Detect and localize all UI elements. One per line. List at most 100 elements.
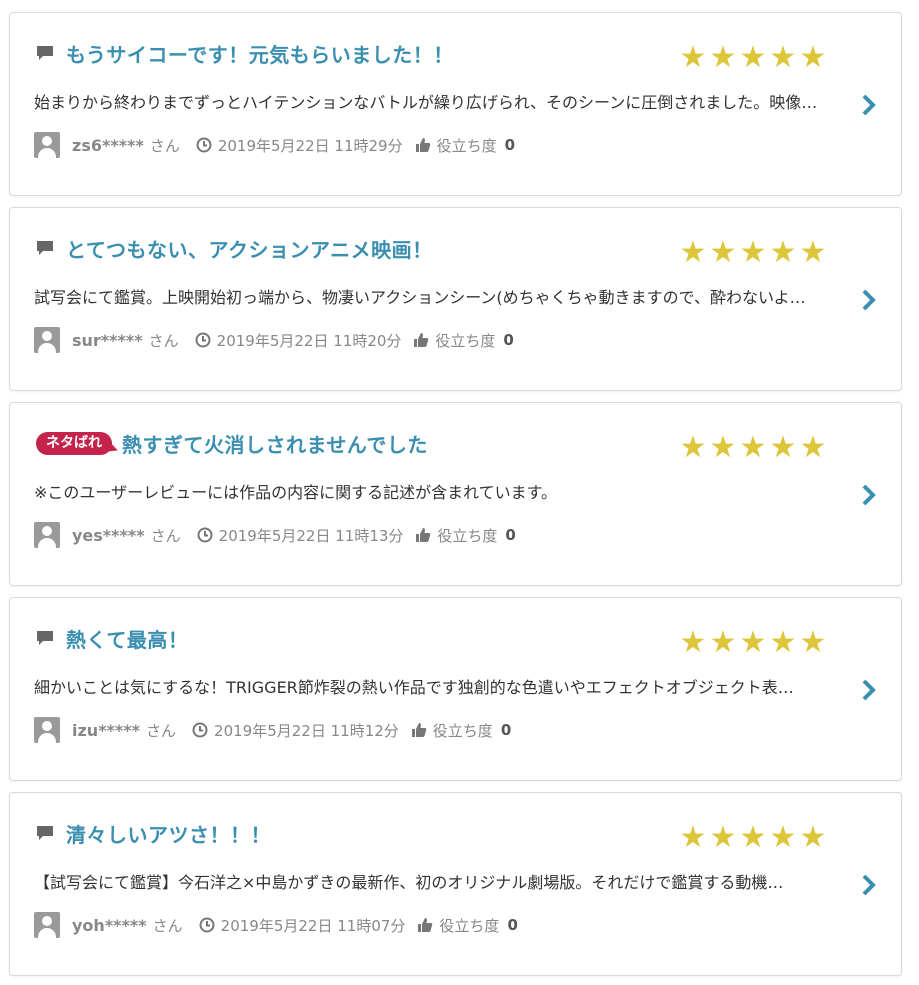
helpful-count: 0 bbox=[503, 331, 514, 349]
star-icon: ★ bbox=[799, 625, 827, 660]
helpful-label: 役立ち度 bbox=[432, 721, 493, 740]
helpful-count: 0 bbox=[504, 136, 516, 154]
star-icon: ★ bbox=[709, 430, 737, 465]
review-date: 2019年5月22日 11時20分 bbox=[216, 331, 402, 350]
chevron-right-icon[interactable] bbox=[861, 678, 877, 702]
star-icon: ★ bbox=[739, 820, 767, 855]
thumbs-up-icon[interactable] bbox=[415, 137, 431, 153]
review-card[interactable]: もうサイコーです！元気もらいました！！ ★ ★ ★ ★ ★ 始まりから終わりまでずっとハ… bbox=[9, 12, 902, 196]
reviewer-suffix: さん bbox=[149, 136, 180, 155]
reviewer-name[interactable]: zs6***** bbox=[72, 136, 144, 155]
star-icon: ★ bbox=[769, 820, 797, 855]
review-title[interactable]: 清々しいアツさ！！！ bbox=[66, 819, 271, 848]
review-meta: sur***** さん 2019年5月22日 11時20分 役立ち度 0 bbox=[34, 326, 514, 354]
reviewer-suffix: さん bbox=[148, 331, 179, 350]
helpful-label: 役立ち度 bbox=[437, 526, 498, 545]
star-icon: ★ bbox=[679, 430, 707, 465]
comment-icon bbox=[37, 826, 53, 840]
review-card[interactable]: とてつもない、アクションアニメ映画！ ★ ★ ★ ★ ★ 試写会にて鑑賞。上映開始初っ端… bbox=[9, 207, 902, 391]
star-icon: ★ bbox=[679, 40, 707, 75]
reviewer-name[interactable]: izu***** bbox=[72, 721, 140, 740]
thumbs-up-icon[interactable] bbox=[413, 332, 429, 348]
spoiler-badge: ネタばれ bbox=[36, 431, 112, 455]
comment-icon bbox=[37, 631, 53, 645]
star-rating: ★ ★ ★ ★ ★ bbox=[679, 823, 827, 853]
reviewer-name[interactable]: yoh***** bbox=[72, 916, 147, 935]
star-icon: ★ bbox=[799, 40, 827, 75]
review-excerpt: 始まりから終わりまでずっとハイテンションなバトルが繰り広げられ、そのシーンに圧倒… bbox=[34, 93, 818, 112]
star-rating: ★ ★ ★ ★ ★ bbox=[679, 628, 827, 658]
review-title[interactable]: とてつもない、アクションアニメ映画！ bbox=[66, 234, 433, 263]
clock-icon bbox=[195, 332, 211, 348]
star-icon: ★ bbox=[799, 820, 827, 855]
star-rating: ★ ★ ★ ★ ★ bbox=[679, 43, 827, 73]
clock-icon bbox=[192, 722, 208, 738]
star-icon: ★ bbox=[739, 625, 767, 660]
review-title-row: ネタばれ 熱すぎて火消しされませんでした bbox=[36, 429, 428, 457]
review-meta: yes***** さん 2019年5月22日 11時13分 役立ち度 0 bbox=[34, 521, 516, 549]
reviewer-name[interactable]: sur***** bbox=[72, 331, 143, 350]
reviewer-suffix: さん bbox=[146, 721, 177, 740]
star-icon: ★ bbox=[709, 235, 737, 270]
review-list: もうサイコーです！元気もらいました！！ ★ ★ ★ ★ ★ 始まりから終わりまでずっとハ… bbox=[0, 0, 919, 985]
helpful-label: 役立ち度 bbox=[439, 916, 500, 935]
chevron-right-icon[interactable] bbox=[861, 288, 877, 312]
user-avatar-icon bbox=[34, 912, 60, 938]
clock-icon bbox=[197, 527, 213, 543]
thumbs-up-icon[interactable] bbox=[417, 917, 433, 933]
star-icon: ★ bbox=[709, 625, 737, 660]
review-card[interactable]: ネタばれ 熱すぎて火消しされませんでした ★ ★ ★ ★ ★ ※このユーザーレビューには… bbox=[9, 402, 902, 586]
star-icon: ★ bbox=[679, 235, 707, 270]
reviewer-suffix: さん bbox=[152, 916, 183, 935]
chevron-right-icon[interactable] bbox=[861, 873, 877, 897]
review-title[interactable]: 熱すぎて火消しされませんでした bbox=[122, 429, 428, 458]
review-card[interactable]: 熱くて最高！ ★ ★ ★ ★ ★ 細かいことは気にするな！TRIGGER節炸裂の熱い作品… bbox=[9, 597, 902, 781]
star-icon: ★ bbox=[679, 820, 707, 855]
review-title-row: もうサイコーです！元気もらいました！！ bbox=[36, 39, 454, 67]
review-title[interactable]: もうサイコーです！元気もらいました！！ bbox=[66, 39, 454, 68]
review-excerpt: ※このユーザーレビューには作品の内容に関する記述が含まれています。 bbox=[34, 483, 558, 502]
star-icon: ★ bbox=[799, 235, 827, 270]
review-meta: zs6***** さん 2019年5月22日 11時29分 役立ち度 0 bbox=[34, 131, 515, 159]
review-date: 2019年5月22日 11時07分 bbox=[220, 916, 406, 935]
review-excerpt: 【試写会にて鑑賞】今石洋之×中島かずきの最新作、初のオリジナル劇場版。それだけで… bbox=[34, 873, 784, 892]
review-title-row: 熱くて最高！ bbox=[36, 624, 188, 652]
helpful-count: 0 bbox=[505, 526, 516, 544]
star-icon: ★ bbox=[709, 40, 737, 75]
user-avatar-icon bbox=[34, 132, 60, 158]
user-avatar-icon bbox=[34, 522, 60, 548]
star-icon: ★ bbox=[769, 235, 797, 270]
star-icon: ★ bbox=[739, 40, 767, 75]
reviewer-suffix: さん bbox=[150, 526, 181, 545]
helpful-label: 役立ち度 bbox=[435, 331, 496, 350]
star-icon: ★ bbox=[769, 40, 797, 75]
review-meta: yoh***** さん 2019年5月22日 11時07分 役立ち度 0 bbox=[34, 911, 518, 939]
review-meta: izu***** さん 2019年5月22日 11時12分 役立ち度 0 bbox=[34, 716, 511, 744]
star-icon: ★ bbox=[769, 430, 797, 465]
review-card[interactable]: 清々しいアツさ！！！ ★ ★ ★ ★ ★ 【試写会にて鑑賞】今石洋之×中島かずきの最新作… bbox=[9, 792, 902, 976]
star-icon: ★ bbox=[709, 820, 737, 855]
star-icon: ★ bbox=[739, 235, 767, 270]
review-excerpt: 細かいことは気にするな！TRIGGER節炸裂の熱い作品です独創的な色遣いやエフェ… bbox=[34, 678, 794, 697]
review-title-row: 清々しいアツさ！！！ bbox=[36, 819, 271, 847]
review-date: 2019年5月22日 11時29分 bbox=[217, 136, 403, 155]
comment-icon bbox=[37, 241, 53, 255]
star-icon: ★ bbox=[799, 430, 827, 465]
star-rating: ★ ★ ★ ★ ★ bbox=[679, 238, 827, 268]
thumbs-up-icon[interactable] bbox=[415, 527, 431, 543]
helpful-count: 0 bbox=[500, 721, 512, 739]
star-rating: ★ ★ ★ ★ ★ bbox=[679, 433, 827, 463]
user-avatar-icon bbox=[34, 717, 60, 743]
thumbs-up-icon[interactable] bbox=[411, 722, 427, 738]
helpful-count: 0 bbox=[507, 916, 518, 934]
review-excerpt: 試写会にて鑑賞。上映開始初っ端から、物凄いアクションシーン(めちゃくちゃ動きます… bbox=[34, 288, 806, 307]
user-avatar-icon bbox=[34, 327, 60, 353]
review-date: 2019年5月22日 11時13分 bbox=[218, 526, 404, 545]
review-title[interactable]: 熱くて最高！ bbox=[66, 624, 188, 653]
star-icon: ★ bbox=[739, 430, 767, 465]
chevron-right-icon[interactable] bbox=[861, 93, 877, 117]
helpful-label: 役立ち度 bbox=[436, 136, 497, 155]
reviewer-name[interactable]: yes***** bbox=[72, 526, 145, 545]
chevron-right-icon[interactable] bbox=[861, 483, 877, 507]
clock-icon bbox=[199, 917, 215, 933]
